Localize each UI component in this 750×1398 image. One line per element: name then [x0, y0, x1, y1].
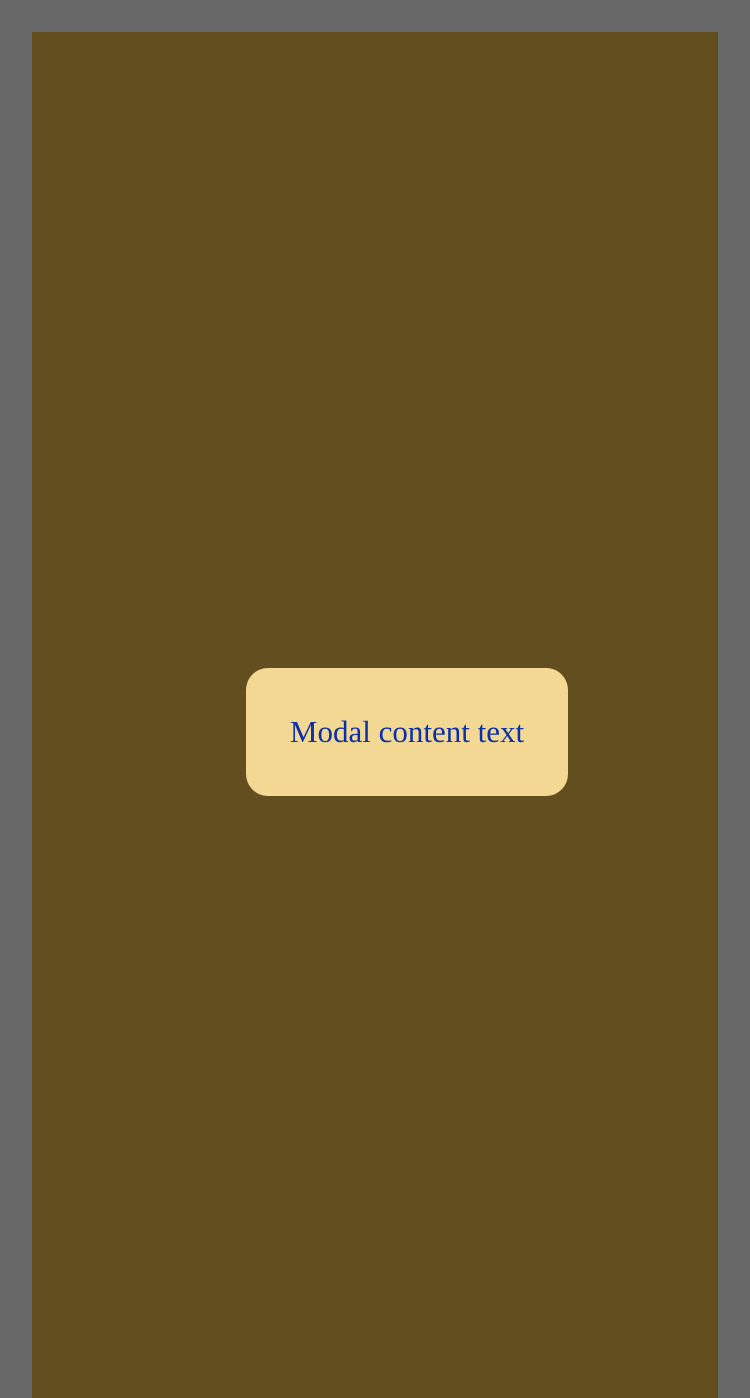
modal-content-text: Modal content text: [289, 714, 525, 749]
modal-overlay[interactable]: Modal content text: [32, 32, 718, 1398]
modal-dialog: Modal content text: [246, 668, 568, 796]
